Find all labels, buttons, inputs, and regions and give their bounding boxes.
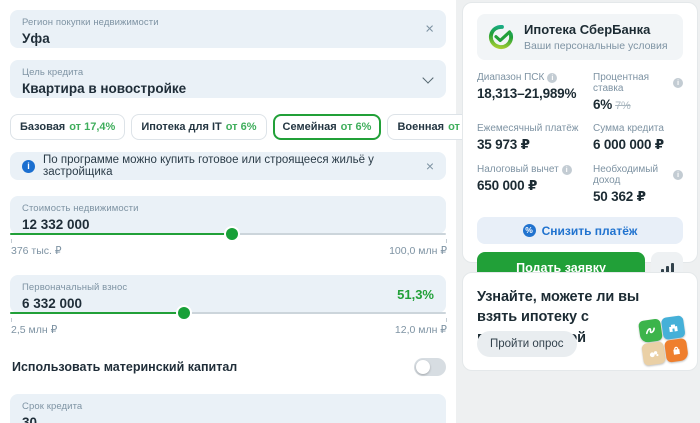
stat-label: Диапазон ПСК	[477, 72, 545, 83]
stat-label: Ежемесячный платёж	[477, 123, 579, 134]
purpose-label: Цель кредита	[22, 67, 84, 78]
tab-label: Базовая	[20, 121, 66, 133]
stat-value: 50 362 ₽	[593, 189, 646, 204]
dog-bubble-icon	[641, 341, 667, 366]
stat-interest-rate: Процентная ставка i 6% 7%	[593, 72, 683, 112]
percent-circle-icon: %	[522, 224, 536, 237]
region-field[interactable]: Регион покупки недвижимости Уфа ×	[10, 10, 446, 48]
stat-loan-amount: Сумма кредита 6 000 000 ₽	[593, 123, 683, 153]
loan-term-field[interactable]: Срок кредита 30	[10, 394, 446, 423]
info-icon[interactable]: i	[547, 72, 558, 83]
region-value[interactable]: Уфа	[22, 31, 434, 46]
loan-term-input[interactable]: 30	[22, 415, 434, 423]
stat-psk-range: Диапазон ПСК i 18,313–21,989%	[477, 72, 589, 112]
tab-program-family[interactable]: Семейная от 6%	[272, 114, 382, 140]
property-cost-range: 376 тыс. ₽ 100,0 млн ₽	[11, 239, 447, 257]
stat-monthly-payment: Ежемесячный платёж 35 973 ₽	[477, 123, 589, 153]
clear-region-icon[interactable]: ×	[425, 22, 434, 37]
stat-old-value: 7%	[615, 100, 631, 112]
sberbank-logo-icon	[488, 24, 514, 50]
offer-title: Ипотека СберБанка	[524, 22, 651, 37]
reduce-payment-button[interactable]: % Снизить платёж	[477, 217, 683, 244]
tab-program-basic[interactable]: Базовая от 17,4%	[10, 114, 126, 140]
down-payment-slider[interactable]	[10, 307, 446, 319]
down-payment-field[interactable]: Первоначальный взнос 6 332 000 51,3%	[10, 275, 446, 319]
down-payment-range: 2,5 млн ₽ 12,0 млн ₽	[11, 318, 447, 336]
down-payment-input[interactable]: 6 332 000	[22, 296, 434, 311]
survey-card: Узнайте, можете ли вы взять ипотеку с го…	[462, 272, 698, 371]
tab-rate: от 6%	[340, 121, 372, 133]
region-label: Регион покупки недвижимости	[22, 17, 159, 28]
info-icon: i	[22, 159, 35, 173]
property-cost-slider[interactable]	[10, 228, 446, 240]
stat-tax-deduction: Налоговый вычет i 650 000 ₽	[477, 164, 589, 205]
tab-rate: от 17,4%	[69, 121, 116, 133]
loan-purpose-select[interactable]: Цель кредита Квартира в новостройке	[10, 60, 446, 98]
purpose-value: Квартира в новостройке	[22, 81, 187, 96]
mortgage-calculator-form: Регион покупки недвижимости Уфа × Цель к…	[0, 0, 505, 423]
stat-value: 650 000 ₽	[477, 178, 538, 193]
stat-value: 18,313–21,989%	[477, 86, 577, 101]
tab-label: Ипотека для IT	[141, 121, 222, 133]
range-max: 100,0 млн ₽	[389, 239, 447, 257]
property-cost-label: Стоимость недвижимости	[22, 203, 139, 214]
range-max: 12,0 млн ₽	[395, 318, 447, 336]
stat-value: 6 000 000 ₽	[593, 137, 665, 152]
down-payment-percent-badge: 51,3%	[397, 287, 434, 302]
tab-program-it[interactable]: Ипотека для IT от 6%	[131, 114, 267, 140]
survey-illustration	[638, 315, 690, 367]
stat-label: Сумма кредита	[593, 123, 664, 134]
banner-text: По программе можно купить готовое или ст…	[43, 154, 374, 178]
slider-thumb[interactable]	[226, 228, 239, 240]
close-banner-icon[interactable]: ×	[426, 159, 434, 173]
info-icon[interactable]: i	[673, 78, 683, 88]
program-info-banner: i По программе можно купить готовое или …	[10, 152, 446, 180]
stat-label: Процентная ставка	[593, 72, 650, 94]
property-cost-field[interactable]: Стоимость недвижимости 12 332 000	[10, 196, 446, 240]
stat-value: 35 973 ₽	[477, 137, 530, 152]
stat-label: Налоговый вычет	[477, 164, 559, 175]
program-tabs: Базовая от 17,4% Ипотека для IT от 6% Се…	[10, 114, 505, 140]
stat-label: Необходимый доход	[593, 164, 659, 186]
range-min: 376 тыс. ₽	[11, 239, 62, 257]
offer-stats: Диапазон ПСК i 18,313–21,989% Процентная …	[477, 72, 683, 205]
tab-label: Военная	[397, 121, 445, 133]
down-payment-label: Первоначальный взнос	[22, 282, 128, 293]
take-survey-button[interactable]: Пройти опрос	[477, 331, 577, 357]
slider-thumb[interactable]	[178, 307, 191, 319]
stat-required-income: Необходимый доход i 50 362 ₽	[593, 164, 683, 205]
tab-rate: от 6%	[225, 121, 257, 133]
offer-subtitle: Ваши персональные условия	[524, 40, 668, 52]
bag-bubble-icon	[664, 337, 689, 363]
loan-term-label: Срок кредита	[22, 401, 83, 412]
reduce-payment-label: Снизить платёж	[541, 223, 638, 238]
offer-card: Ипотека СберБанка Ваши персональные усло…	[462, 2, 698, 284]
scribble-bubble-icon	[638, 318, 663, 344]
maternity-capital-row: Использовать материнский капитал	[12, 358, 446, 376]
toggle-knob	[416, 360, 430, 374]
stat-value: 6%	[593, 97, 613, 112]
tab-label: Семейная	[282, 121, 337, 133]
range-min: 2,5 млн ₽	[11, 318, 57, 336]
maternity-capital-label: Использовать материнский капитал	[12, 360, 238, 374]
info-icon[interactable]: i	[561, 164, 572, 175]
offer-header: Ипотека СберБанка Ваши персональные усло…	[477, 14, 683, 60]
maternity-capital-toggle[interactable]	[414, 358, 446, 376]
building-bubble-icon	[660, 315, 686, 341]
info-icon[interactable]: i	[673, 170, 683, 180]
